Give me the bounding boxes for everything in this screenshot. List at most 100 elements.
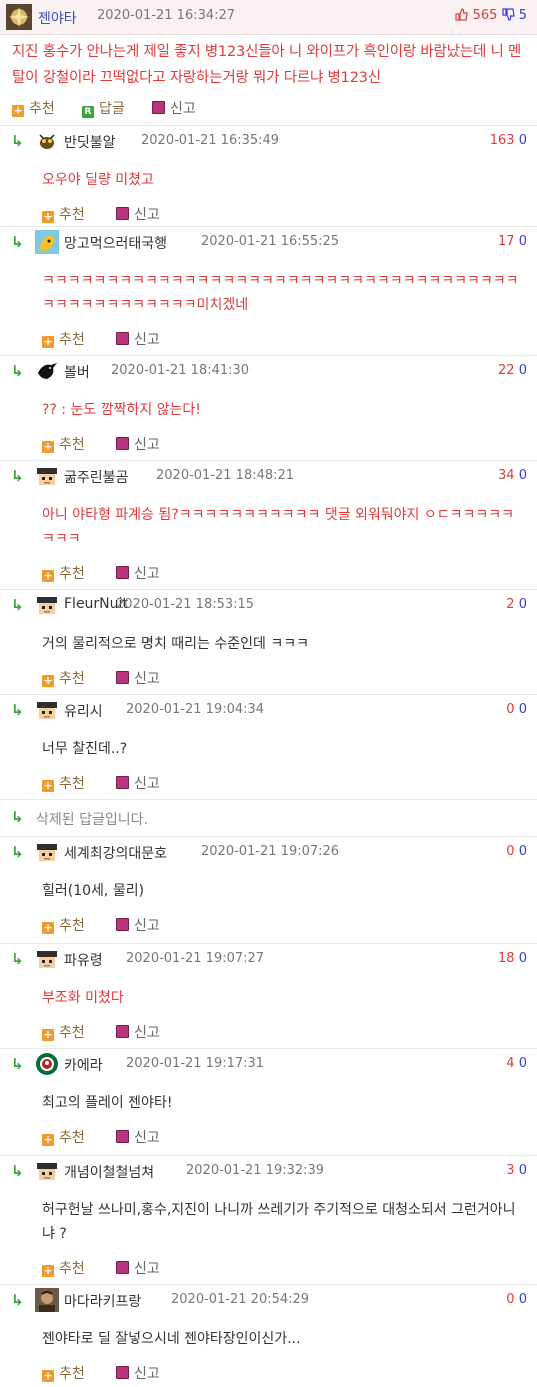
recommend-button[interactable]: + 추천 bbox=[42, 204, 85, 224]
pixel-face-icon[interactable] bbox=[35, 593, 59, 617]
comment-upvotes[interactable]: 2 bbox=[506, 597, 514, 612]
author-avatar[interactable] bbox=[6, 4, 32, 30]
report-label: 신고 bbox=[134, 566, 160, 582]
post-actions: + 추천 R 답글 신고 bbox=[0, 93, 537, 123]
comment-author[interactable]: 개념이철철넘쳐 bbox=[64, 1162, 154, 1182]
bug-icon[interactable] bbox=[35, 129, 59, 153]
thumbs-up-icon[interactable] bbox=[455, 8, 472, 23]
reply-arrow-icon: ↳ bbox=[11, 1055, 24, 1073]
plus-icon: + bbox=[12, 104, 24, 117]
recommend-button[interactable]: + 추천 bbox=[42, 1258, 85, 1278]
comment-upvotes[interactable]: 0 bbox=[506, 844, 514, 859]
comment-header: ↳ 파유령 2020-01-21 19:07:27 18 0 bbox=[0, 944, 537, 976]
comment-actions: + 추천 신고 bbox=[0, 666, 537, 692]
report-label: 신고 bbox=[134, 332, 160, 348]
report-button[interactable]: 신고 bbox=[116, 563, 160, 583]
recommend-button[interactable]: + 추천 bbox=[42, 563, 85, 583]
comment-downvotes[interactable]: 0 bbox=[519, 1056, 527, 1071]
comment-author[interactable]: 반딧불알 bbox=[64, 132, 116, 152]
pixel-face-icon[interactable] bbox=[35, 1159, 59, 1183]
recommend-label: 추천 bbox=[59, 1025, 85, 1041]
report-button[interactable]: 신고 bbox=[116, 915, 160, 935]
comment-downvotes[interactable]: 0 bbox=[519, 1163, 527, 1178]
report-button[interactable]: 신고 bbox=[116, 773, 160, 793]
post-author[interactable]: 젠야타 bbox=[38, 8, 77, 28]
comment-downvotes[interactable]: 0 bbox=[519, 951, 527, 966]
recommend-button[interactable]: + 추천 bbox=[42, 773, 85, 793]
comment-votes: 17 0 bbox=[498, 234, 527, 249]
comment-downvotes[interactable]: 0 bbox=[519, 702, 527, 717]
report-button[interactable]: 신고 bbox=[116, 329, 160, 349]
comment-votes: 163 0 bbox=[490, 133, 527, 148]
recommend-button[interactable]: + 추천 bbox=[42, 1022, 85, 1042]
starbucks-icon[interactable] bbox=[35, 1052, 59, 1076]
recommend-button[interactable]: + 추천 bbox=[42, 1363, 85, 1383]
pixel-face-icon[interactable] bbox=[35, 840, 59, 864]
comment-downvotes[interactable]: 0 bbox=[519, 597, 527, 612]
comment-author[interactable]: 유리시 bbox=[64, 701, 103, 721]
reply-arrow-icon: ↳ bbox=[11, 362, 24, 380]
pixel-face-icon[interactable] bbox=[35, 464, 59, 488]
crow-icon[interactable] bbox=[35, 359, 59, 383]
report-button[interactable]: 신고 bbox=[116, 1258, 160, 1278]
comment-downvotes[interactable]: 0 bbox=[519, 844, 527, 859]
comment-header: ↳ 유리시 2020-01-21 19:04:34 0 0 bbox=[0, 695, 537, 727]
report-label: 신고 bbox=[134, 1130, 160, 1146]
siren-icon bbox=[116, 1130, 129, 1143]
comment-upvotes[interactable]: 22 bbox=[498, 363, 515, 378]
comment-author[interactable]: 볼버 bbox=[64, 362, 90, 382]
reply-button[interactable]: R 답글 bbox=[82, 98, 125, 118]
report-button[interactable]: 신고 bbox=[116, 1022, 160, 1042]
comment-upvotes[interactable]: 0 bbox=[506, 702, 514, 717]
comment: ↳ 유리시 2020-01-21 19:04:34 0 0 너무 찰진데..? … bbox=[0, 694, 537, 799]
comment-downvotes[interactable]: 0 bbox=[519, 1292, 527, 1307]
report-button[interactable]: 신고 bbox=[116, 204, 160, 224]
comment-author[interactable]: 마다라키프랑 bbox=[64, 1291, 141, 1311]
man-photo-icon[interactable] bbox=[35, 1288, 59, 1312]
comment-date: 2020-01-21 18:48:21 bbox=[156, 468, 295, 483]
report-button[interactable]: 신고 bbox=[116, 668, 160, 688]
comment-upvotes[interactable]: 3 bbox=[506, 1163, 514, 1178]
comment-upvotes[interactable]: 163 bbox=[490, 133, 515, 148]
report-button[interactable]: 신고 bbox=[116, 1127, 160, 1147]
thumbs-down-icon[interactable] bbox=[501, 8, 519, 23]
recommend-button[interactable]: + 추천 bbox=[12, 98, 55, 118]
comment-upvotes[interactable]: 18 bbox=[498, 951, 515, 966]
comment-downvotes[interactable]: 0 bbox=[519, 468, 527, 483]
mango-icon[interactable] bbox=[35, 230, 59, 254]
recommend-button[interactable]: + 추천 bbox=[42, 434, 85, 454]
recommend-button[interactable]: + 추천 bbox=[42, 668, 85, 688]
comment-date: 2020-01-21 16:35:49 bbox=[141, 133, 280, 148]
report-button[interactable]: 신고 bbox=[152, 98, 196, 118]
comment-author[interactable]: 굶주린불곰 bbox=[64, 467, 128, 487]
report-label: 신고 bbox=[134, 1025, 160, 1041]
report-label: 신고 bbox=[134, 776, 160, 792]
report-button[interactable]: 신고 bbox=[116, 434, 160, 454]
comment-date: 2020-01-21 19:07:27 bbox=[126, 951, 265, 966]
pixel-face-icon[interactable] bbox=[35, 947, 59, 971]
comment-date: 2020-01-21 18:53:15 bbox=[116, 597, 255, 612]
comment-upvotes[interactable]: 4 bbox=[506, 1056, 514, 1071]
comment-downvotes[interactable]: 0 bbox=[519, 363, 527, 378]
recommend-button[interactable]: + 추천 bbox=[42, 915, 85, 935]
comment-downvotes[interactable]: 0 bbox=[519, 234, 527, 249]
comment-author[interactable]: 파유령 bbox=[64, 950, 103, 970]
siren-icon bbox=[116, 776, 129, 789]
comment-upvotes[interactable]: 34 bbox=[498, 468, 515, 483]
plus-icon: + bbox=[42, 1369, 54, 1382]
comment-author[interactable]: 망고먹으러태국행 bbox=[64, 233, 167, 253]
comment-actions: + 추천 신고 bbox=[0, 327, 537, 353]
comment: ↳ 반딧불알 2020-01-21 16:35:49 163 0 오우야 딜량 … bbox=[0, 125, 537, 226]
comment-text: 허구헌날 쓰나미,홍수,지진이 나니까 쓰레기가 주기적으로 대청소되서 그런거… bbox=[42, 1202, 516, 1242]
report-button[interactable]: 신고 bbox=[116, 1363, 160, 1383]
comment-actions: + 추천 신고 bbox=[0, 1361, 537, 1387]
pixel-face-icon[interactable] bbox=[35, 698, 59, 722]
comment: ↳ 굶주린불곰 2020-01-21 18:48:21 34 0 아니 야타형 … bbox=[0, 460, 537, 589]
comment-author[interactable]: 세계최강의대문호 bbox=[64, 843, 167, 863]
recommend-button[interactable]: + 추천 bbox=[42, 1127, 85, 1147]
comment-author[interactable]: 카에라 bbox=[64, 1055, 103, 1075]
comment-downvotes[interactable]: 0 bbox=[519, 133, 527, 148]
comment-upvotes[interactable]: 17 bbox=[498, 234, 515, 249]
recommend-button[interactable]: + 추천 bbox=[42, 329, 85, 349]
comment-upvotes[interactable]: 0 bbox=[506, 1292, 514, 1307]
